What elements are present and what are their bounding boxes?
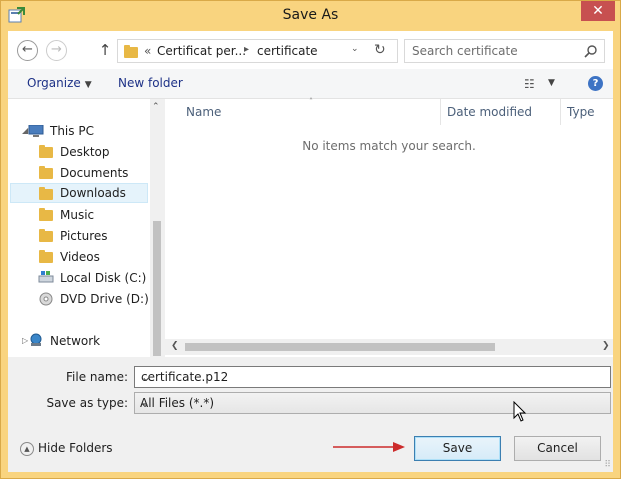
hide-folders-button[interactable]: ▲ Hide Folders <box>20 441 113 456</box>
column-header-name[interactable]: Name <box>186 105 221 119</box>
chevron-down-icon[interactable]: ⌄ <box>141 370 606 384</box>
sidebar-item-downloads[interactable]: Downloads <box>10 183 148 203</box>
collapse-icon: ▲ <box>20 441 34 456</box>
folder-icon <box>39 166 53 179</box>
up-button[interactable]: ↑ <box>98 40 112 60</box>
downloads-folder-icon <box>39 187 53 200</box>
view-options-icon[interactable]: ☷ <box>524 77 535 91</box>
sidebar-item-label: DVD Drive (D:) Di <box>60 292 150 306</box>
file-list[interactable]: ˄ Name Date modified Type No items match… <box>165 97 613 389</box>
folder-icon <box>39 250 53 263</box>
save-button[interactable]: Save <box>414 436 501 461</box>
folder-icon <box>39 208 53 221</box>
back-button[interactable]: ← <box>17 40 38 61</box>
mouse-cursor-icon <box>513 401 527 422</box>
sidebar-item-label: Network <box>50 334 101 348</box>
dialog-client: ← → ↑ « Certificat per... ▸ certificate … <box>8 31 613 472</box>
pc-icon <box>28 125 44 137</box>
save-form: File name: certificate.p12 ⌄ Save as typ… <box>8 357 613 472</box>
help-icon[interactable]: ? <box>588 76 603 91</box>
scroll-left-icon[interactable]: ❮ <box>171 341 179 351</box>
folder-icon <box>39 229 53 242</box>
network-icon <box>30 333 42 346</box>
navigation-bar: ← → ↑ « Certificat per... ▸ certificate … <box>8 31 613 69</box>
scroll-right-icon[interactable]: ❯ <box>602 341 610 351</box>
hide-folders-label: Hide Folders <box>38 441 113 455</box>
chevron-down-icon[interactable]: ⌄ <box>140 396 606 410</box>
file-list-horizontal-scrollbar[interactable]: ❮ ❯ <box>165 339 613 355</box>
scroll-thumb[interactable] <box>153 221 161 356</box>
sidebar-item-label: Documents <box>60 166 129 180</box>
sidebar-item-label: Local Disk (C:) <box>60 271 147 285</box>
sidebar-item-label: Videos <box>60 250 100 264</box>
nav-pane-scrollbar[interactable]: ⌃ ⌄ <box>150 99 164 389</box>
breadcrumb-certificate[interactable]: certificate <box>257 44 318 58</box>
organize-caret-icon: ▼ <box>84 80 92 90</box>
file-name-label: File name: <box>66 370 128 384</box>
scroll-up-icon[interactable]: ⌃ <box>152 102 160 112</box>
sidebar-item-label: Desktop <box>60 145 110 159</box>
organize-menu[interactable]: Organize ▼ <box>27 76 92 90</box>
save-as-type-label: Save as type: <box>46 396 128 410</box>
sidebar-item-label: Music <box>60 208 95 222</box>
forward-button[interactable]: → <box>46 40 67 61</box>
folder-icon <box>39 145 53 158</box>
column-header-type[interactable]: Type <box>567 105 595 119</box>
red-arrow-annotation-icon <box>333 442 405 452</box>
column-divider[interactable] <box>560 99 561 125</box>
sidebar-item-dvd-drive[interactable]: DVD Drive (D:) Di <box>38 289 150 309</box>
file-name-field[interactable]: certificate.p12 ⌄ <box>134 366 611 388</box>
address-dropdown-icon[interactable]: ⌄ <box>351 44 359 54</box>
folder-icon <box>124 45 138 58</box>
sort-ascending-icon: ˄ <box>309 97 313 106</box>
resize-grip-icon[interactable]: ⠿ <box>604 460 611 470</box>
sidebar-item-label: Pictures <box>60 229 108 243</box>
sidebar-item-label: This PC <box>50 124 94 138</box>
disk-icon <box>38 271 54 283</box>
address-bar[interactable]: « Certificat per... ▸ certificate ⌄ ↻ <box>117 39 398 63</box>
breadcrumb-separator-icon[interactable]: ▸ <box>244 44 249 55</box>
new-folder-button[interactable]: New folder <box>118 76 183 90</box>
window-title: Save As <box>282 7 339 23</box>
cancel-button[interactable]: Cancel <box>514 436 601 461</box>
address-overflow[interactable]: « <box>144 44 151 58</box>
column-header-date-modified[interactable]: Date modified <box>447 105 532 119</box>
navigation-pane[interactable]: ◢ This PC Desktop Documents Downloads Mu… <box>8 99 164 389</box>
command-bar: Organize ▼ New folder ☷ ▼ ? <box>8 69 613 99</box>
organize-label: Organize <box>27 76 81 90</box>
save-as-type-select[interactable]: All Files (*.*) ⌄ <box>134 392 611 414</box>
search-box[interactable]: Search certificate <box>404 39 605 63</box>
close-button[interactable]: ✕ <box>581 1 615 21</box>
dvd-icon <box>39 292 53 306</box>
empty-list-message: No items match your search. <box>302 139 476 153</box>
breadcrumb-certificat-per[interactable]: Certificat per... <box>157 44 246 58</box>
search-icon[interactable] <box>584 44 598 58</box>
title-bar[interactable]: Save As ✕ <box>1 1 620 31</box>
sidebar-item-label: Downloads <box>60 186 126 200</box>
view-caret-icon[interactable]: ▼ <box>548 78 555 88</box>
scroll-thumb[interactable] <box>185 343 495 351</box>
column-divider[interactable] <box>440 99 441 125</box>
refresh-icon[interactable]: ↻ <box>374 42 386 58</box>
save-as-dialog: Save As ✕ ← → ↑ « Certificat per... ▸ ce… <box>0 0 621 479</box>
search-input[interactable]: Search certificate <box>412 44 518 58</box>
